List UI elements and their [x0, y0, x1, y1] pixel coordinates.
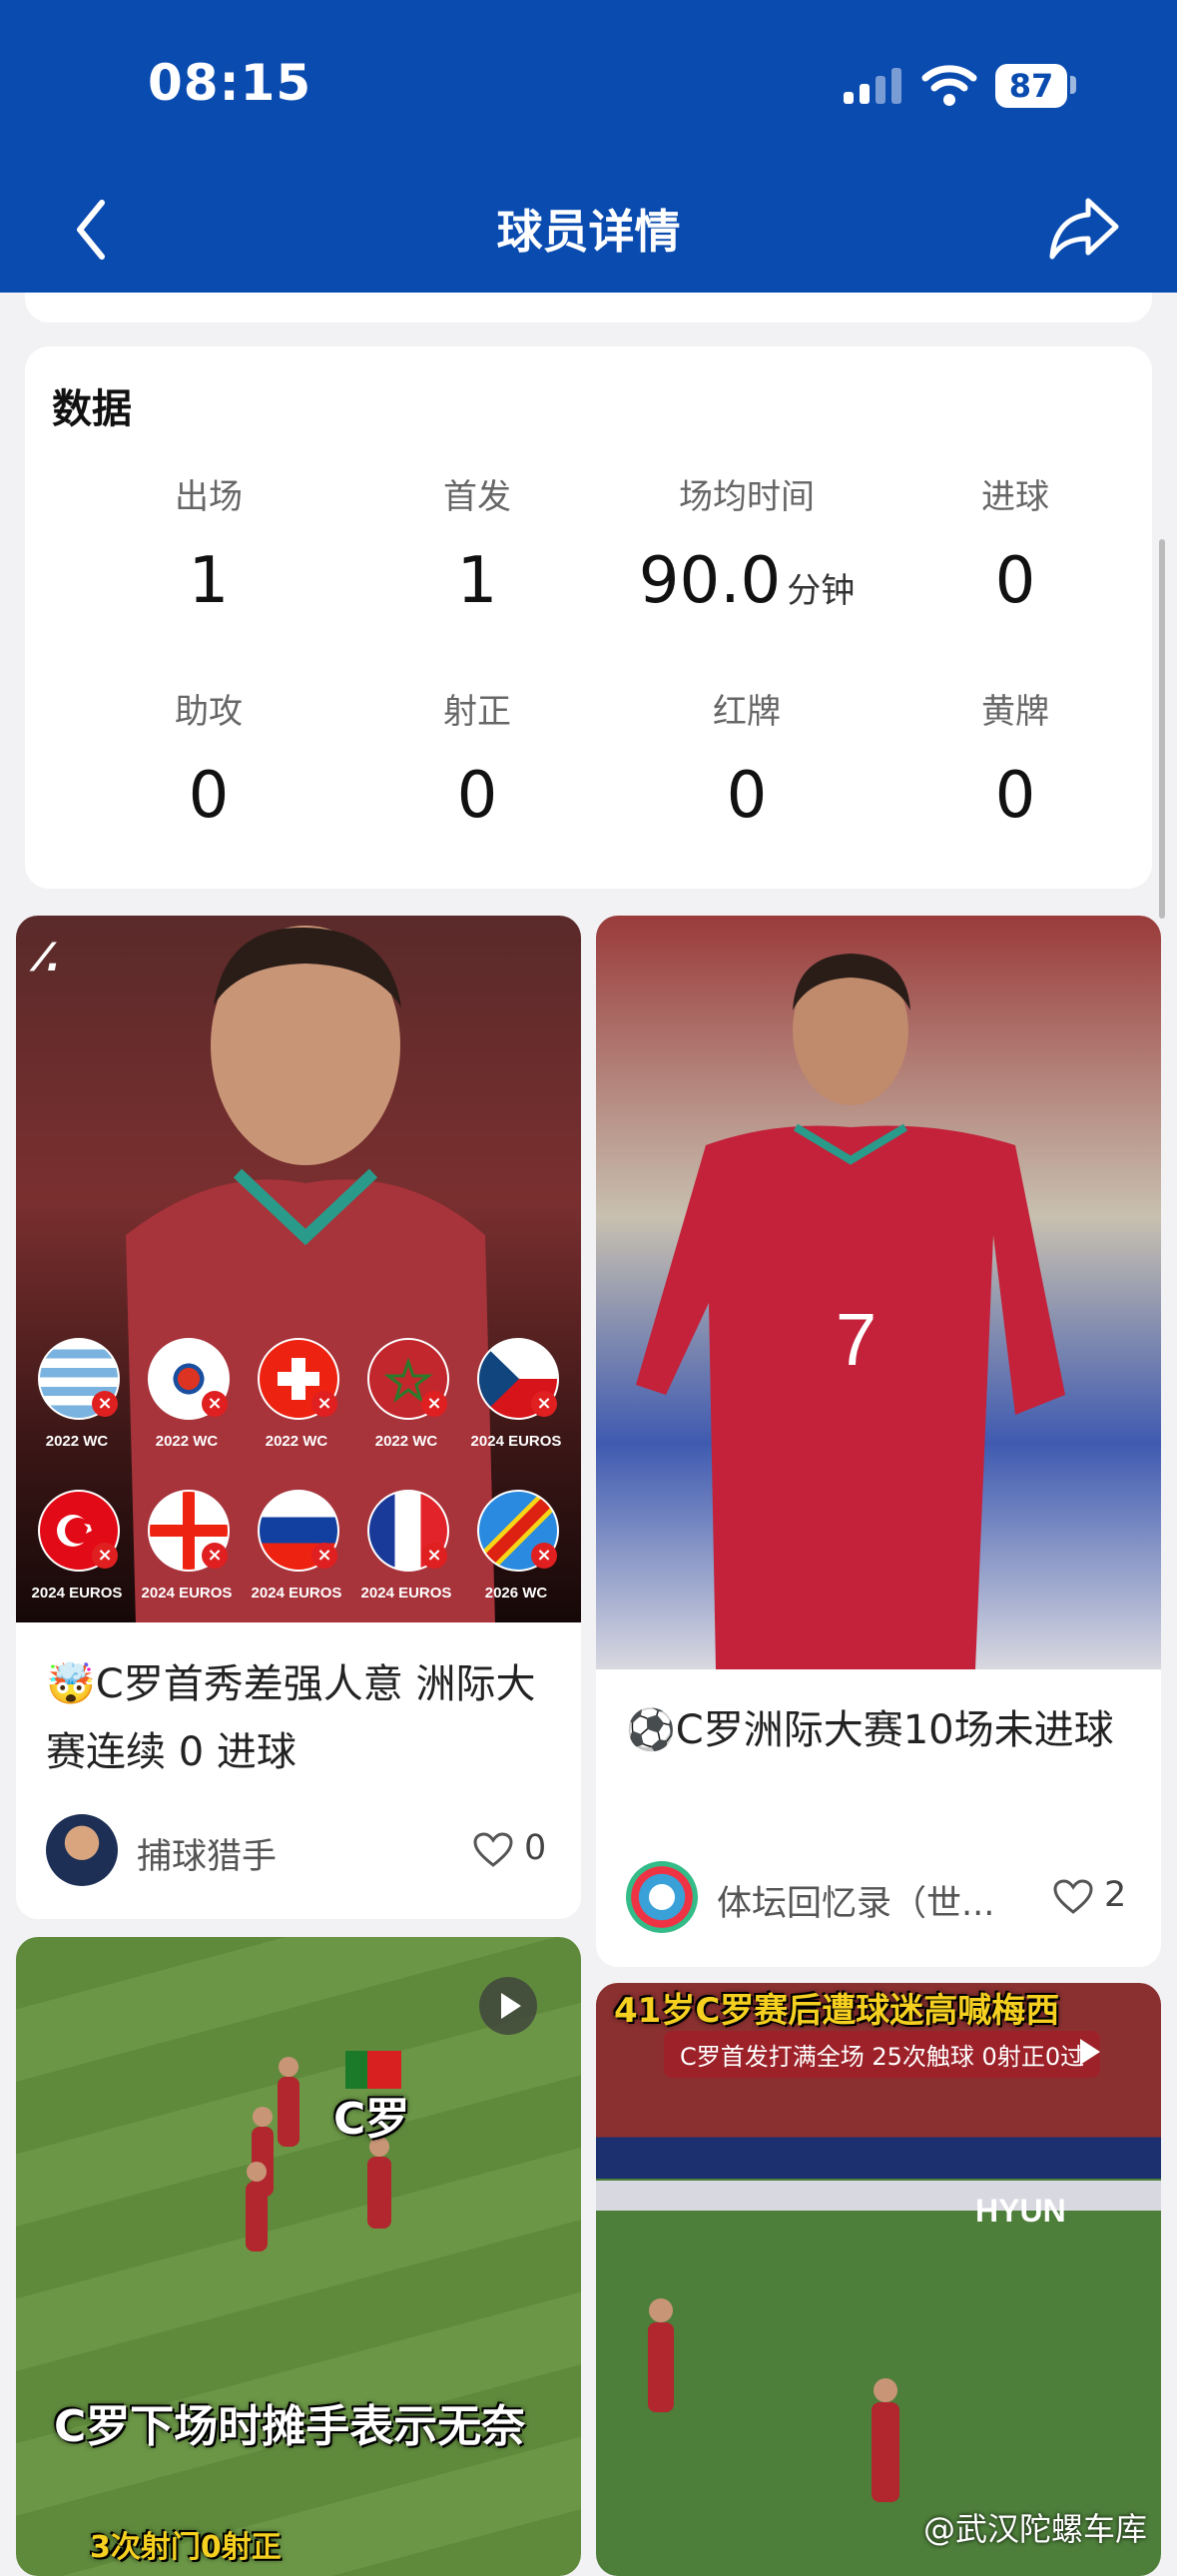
stat-yellow-cards: 黄牌 0	[881, 684, 1150, 833]
like-count: 0	[524, 1828, 547, 1868]
stat-value: 90.0	[638, 544, 782, 618]
stat-value: 0	[994, 759, 1036, 833]
brand-logo: ⁄.	[40, 936, 61, 979]
flag-caption: 2022 WC	[265, 1433, 328, 1450]
stat-value: 0	[726, 759, 768, 833]
stat-avg-minutes: 场均时间 90.0 分钟	[612, 469, 882, 618]
post-thumbnail: ⁄. × × × × × 2022 WC 2022 WC 2022 WC 202…	[16, 916, 581, 1622]
watermark: @武汉陀螺车库	[922, 2510, 1147, 2548]
flag-caption: 2024 EUROS	[360, 1585, 452, 1602]
stat-label: 首发	[443, 477, 511, 517]
eliminated-icon: ×	[531, 1543, 557, 1569]
post-thumbnail: 7	[596, 916, 1161, 1669]
sponsor-board: HYUN	[975, 2193, 1066, 2229]
feed-card-2[interactable]: 7 ⚽C罗洲际大赛10场未进球 体坛回忆录（世... 2	[596, 916, 1161, 1967]
stat-value: 1	[456, 544, 498, 618]
flag-caption: 2024 EUROS	[251, 1585, 342, 1602]
eliminated-icon: ×	[202, 1391, 228, 1417]
battery-tip	[1070, 76, 1076, 94]
stat-label: 黄牌	[981, 692, 1049, 732]
like-heart-icon[interactable]	[473, 1832, 513, 1868]
play-button[interactable]	[479, 1977, 537, 2035]
stat-red-cards: 红牌 0	[612, 684, 882, 833]
eliminated-icon: ×	[421, 1543, 447, 1569]
previous-card-edge	[25, 293, 1152, 322]
app-header: 08:15 87 球员详情	[0, 0, 1177, 293]
eliminated-icon: ×	[531, 1391, 557, 1417]
flag-caption: 2022 WC	[45, 1433, 109, 1450]
cellular-signal-icon	[844, 68, 901, 104]
eliminated-icon: ×	[92, 1391, 118, 1417]
stat-value: 0	[994, 544, 1036, 618]
stats-title: 数据	[52, 386, 132, 432]
stat-label: 射正	[443, 692, 511, 732]
player-standing-image: 7	[636, 954, 1065, 1669]
stat-label: 助攻	[175, 692, 243, 732]
video-player-tag: C罗	[333, 2094, 410, 2145]
video-thumbnail: C罗 C罗下场时摊手表示无奈 3次射门0射正	[16, 1937, 581, 2576]
author-name[interactable]: 体坛回忆录（世...	[717, 1875, 1016, 1926]
stat-value: 0	[188, 759, 230, 833]
like-count: 2	[1104, 1875, 1127, 1915]
post-title: 🤯C罗首秀差强人意 洲际大赛连续 0 进球	[46, 1661, 536, 1775]
feed-card-1[interactable]: ⁄. × × × × × 2022 WC 2022 WC 2022 WC 202…	[16, 916, 581, 1919]
stat-label: 进球	[981, 477, 1049, 517]
stat-label: 出场	[175, 477, 243, 517]
stat-value-row: 90.0 分钟	[612, 544, 882, 618]
stat-label: 红牌	[713, 692, 781, 732]
video-subtitle: C罗首发打满全场 25次触球 0射正0过	[664, 2031, 1101, 2078]
stats-card: 数据 出场 1 首发 1 场均时间 90.0 分钟 进球 0 助攻 0 射正 0 …	[25, 346, 1152, 889]
status-time: 08:15	[148, 54, 312, 112]
stat-value: 1	[188, 544, 230, 618]
stat-shots-on-target: 射正 0	[342, 684, 612, 833]
eliminated-icon: ×	[311, 1391, 337, 1417]
play-button[interactable]	[1058, 2023, 1116, 2081]
flag-caption: 2024 EUROS	[141, 1585, 233, 1602]
flag-caption: 2026 WC	[484, 1585, 548, 1602]
author-name[interactable]: 捕球猎手	[137, 1828, 277, 1879]
eliminated-icon: ×	[202, 1543, 228, 1569]
like-heart-icon[interactable]	[1053, 1879, 1093, 1915]
feed-card-4[interactable]: 41岁C罗赛后遭球迷高喊梅西 C罗首发打满全场 25次触球 0射正0过 HYUN…	[596, 1983, 1161, 2576]
battery-indicator: 87	[995, 64, 1067, 108]
author-avatar[interactable]	[626, 1861, 698, 1933]
author-avatar[interactable]	[46, 1814, 118, 1886]
page-title: 球员详情	[496, 205, 681, 259]
flag-caption: 2024 EUROS	[470, 1433, 562, 1450]
stat-assists: 助攻 0	[74, 684, 343, 833]
video-subcaption: 3次射门0射正	[90, 2530, 282, 2565]
flag-caption: 2024 EUROS	[31, 1585, 123, 1602]
play-icon	[501, 1993, 521, 2019]
stat-starts: 首发 1	[342, 469, 612, 618]
flag-caption: 2022 WC	[374, 1433, 438, 1450]
eliminated-icon: ×	[421, 1391, 447, 1417]
stat-goals: 进球 0	[881, 469, 1150, 618]
stat-appearances: 出场 1	[74, 469, 343, 618]
wifi-icon	[921, 65, 977, 106]
feed-card-3[interactable]: C罗 C罗下场时摊手表示无奈 3次射门0射正	[16, 1937, 581, 2576]
video-thumbnail: 41岁C罗赛后遭球迷高喊梅西 C罗首发打满全场 25次触球 0射正0过 HYUN…	[596, 1983, 1161, 2576]
video-title: 41岁C罗赛后遭球迷高喊梅西	[614, 1991, 1060, 2031]
stat-label: 场均时间	[679, 477, 815, 517]
play-icon	[1080, 2039, 1100, 2065]
eliminated-icon: ×	[92, 1543, 118, 1569]
stat-value: 0	[456, 759, 498, 833]
jersey-number: 7	[836, 1298, 877, 1381]
eliminated-icon: ×	[311, 1543, 337, 1569]
post-title: ⚽C罗洲际大赛10场未进球	[626, 1707, 1114, 1753]
video-caption: C罗下场时摊手表示无奈	[54, 2401, 526, 2452]
share-button[interactable]	[1048, 195, 1120, 261]
scrollbar[interactable]	[1159, 539, 1165, 919]
flag-caption: 2022 WC	[155, 1433, 219, 1450]
stat-unit: 分钟	[787, 571, 856, 611]
